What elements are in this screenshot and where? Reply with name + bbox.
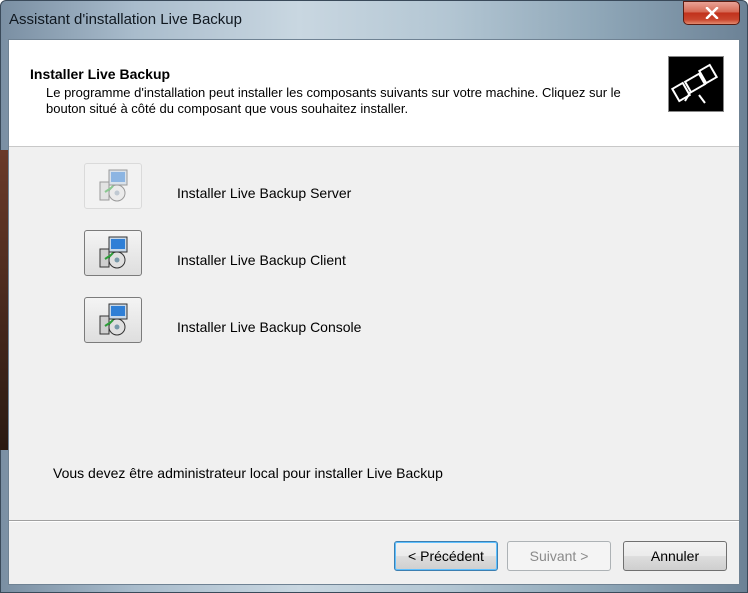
desktop-background-edge [0,150,8,450]
install-console-button[interactable] [84,297,142,343]
page-description: Le programme d'installation peut install… [46,85,621,116]
setup-icon [99,303,128,336]
install-client-label: Installer Live Backup Client [177,252,346,268]
next-button[interactable]: Suivant > [507,541,611,571]
close-icon [705,7,718,19]
install-console-label: Installer Live Backup Console [177,319,362,335]
back-button[interactable]: < Précédent [394,541,498,571]
footer-separator [9,520,739,522]
dialog-client-area: Installer Live Backup Le programme d'ins… [8,39,740,585]
header-panel: Installer Live Backup Le programme d'ins… [9,40,739,147]
admin-note: Vous devez être administrateur local pou… [53,465,443,481]
cancel-button[interactable]: Annuler [623,541,727,571]
install-server-label: Installer Live Backup Server [177,185,352,201]
setup-icon [99,236,128,269]
setup-icon [99,169,128,202]
satellite-icon [668,56,724,112]
install-client-button[interactable] [84,230,142,276]
window-title: Assistant d'installation Live Backup [9,11,242,28]
page-title: Installer Live Backup [30,66,171,82]
title-bar[interactable]: Assistant d'installation Live Backup [0,0,748,38]
close-button[interactable] [683,1,740,25]
install-server-button[interactable] [84,163,142,209]
